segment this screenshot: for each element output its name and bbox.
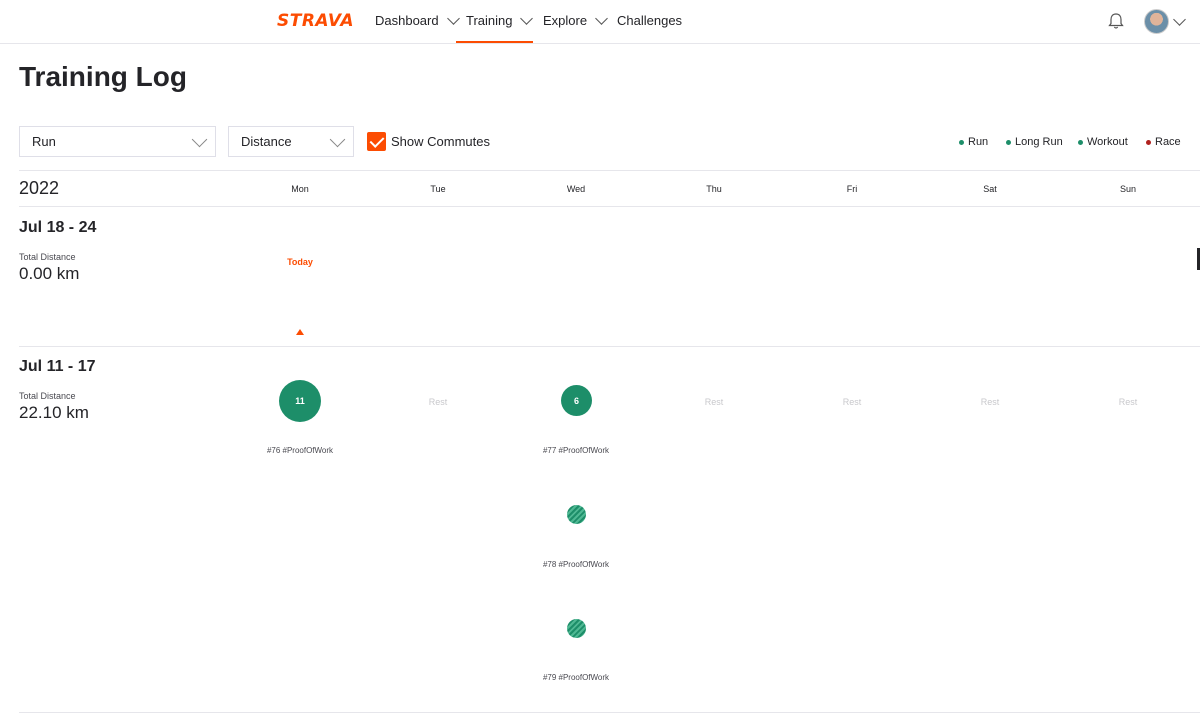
activity-label[interactable]: #78 #ProofOfWork	[516, 560, 636, 569]
legend-label: Workout	[1087, 136, 1128, 148]
total-distance-label: Total Distance	[19, 252, 76, 262]
day-header-tue: Tue	[430, 184, 446, 194]
legend-race: Race	[1146, 136, 1181, 148]
legend-label: Long Run	[1015, 136, 1063, 148]
nav-active-indicator	[456, 41, 533, 43]
sport-select[interactable]: Run	[19, 126, 216, 157]
activity-bubble-small[interactable]	[567, 505, 586, 524]
divider	[19, 170, 1200, 171]
activity-label[interactable]: #76 #ProofOfWork	[240, 446, 360, 455]
total-distance-label: Total Distance	[19, 391, 76, 401]
today-label: Today	[287, 257, 313, 267]
chevron-down-icon	[520, 12, 534, 25]
total-distance-value: 22.10 km	[19, 403, 89, 422]
rest-label-sat: Rest	[980, 397, 1000, 407]
legend-dot	[1006, 139, 1011, 145]
divider	[19, 206, 1200, 207]
nav-explore-label: Explore	[543, 13, 588, 28]
day-header-thu: Thu	[706, 184, 722, 194]
activity-label[interactable]: #79 #ProofOfWork	[516, 673, 636, 682]
show-commutes-checkbox[interactable]	[367, 132, 386, 151]
nav-dashboard[interactable]: Dashboard	[375, 12, 462, 28]
top-nav: STRAVA Dashboard Training Explore Challe…	[0, 0, 1200, 44]
today-arrow-icon	[296, 329, 304, 335]
chevron-down-icon	[191, 131, 208, 148]
activity-bubble-small[interactable]	[567, 619, 586, 638]
activity-bubble-mon[interactable]: 11	[279, 380, 321, 422]
chevron-down-icon[interactable]	[1173, 13, 1186, 26]
rest-label-tue: Rest	[428, 397, 448, 407]
notifications-bell-icon[interactable]	[1106, 11, 1126, 31]
legend-dot	[1078, 139, 1083, 145]
chevron-down-icon	[329, 131, 346, 148]
activity-bubble-wed[interactable]: 6	[561, 385, 592, 416]
chevron-down-icon	[595, 12, 608, 25]
rest-label-sun: Rest	[1118, 397, 1138, 407]
nav-training[interactable]: Training	[466, 12, 535, 28]
divider	[19, 712, 1200, 713]
day-header-sat: Sat	[983, 184, 997, 194]
legend-label: Race	[1155, 136, 1181, 148]
nav-dashboard-label: Dashboard	[375, 13, 439, 28]
avatar[interactable]	[1144, 9, 1169, 34]
year-label: 2022	[19, 178, 60, 198]
nav-challenges-label: Challenges	[617, 13, 683, 28]
chevron-down-icon	[446, 12, 460, 25]
legend-workout: Workout	[1078, 136, 1128, 148]
rest-label-fri: Rest	[842, 397, 862, 407]
strava-logo[interactable]: STRAVA	[277, 11, 354, 31]
nav-challenges[interactable]: Challenges	[617, 13, 682, 28]
sport-select-value: Run	[32, 134, 56, 149]
day-header-mon: Mon	[291, 184, 309, 194]
total-distance-value: 0.00 km	[19, 264, 80, 283]
day-header-sun: Sun	[1119, 184, 1136, 194]
legend-run: Run	[959, 136, 988, 148]
legend-dot	[1146, 139, 1151, 145]
metric-select[interactable]: Distance	[228, 126, 354, 157]
rest-label-thu: Rest	[704, 397, 724, 407]
legend-dot	[959, 139, 964, 145]
week-title: Jul 11 - 17	[19, 358, 96, 375]
activity-label[interactable]: #77 #ProofOfWork	[516, 446, 636, 455]
divider	[19, 346, 1200, 347]
nav-training-label: Training	[466, 13, 513, 28]
day-header-fri: Fri	[846, 184, 858, 194]
legend-label: Run	[968, 136, 989, 148]
legend-long-run: Long Run	[1006, 136, 1063, 148]
metric-select-value: Distance	[241, 134, 292, 149]
page-title: Training Log	[19, 61, 187, 92]
nav-explore[interactable]: Explore	[543, 12, 610, 28]
show-commutes-label[interactable]: Show Commutes	[391, 134, 490, 149]
day-header-wed: Wed	[566, 184, 586, 194]
week-title: Jul 18 - 24	[19, 219, 97, 236]
